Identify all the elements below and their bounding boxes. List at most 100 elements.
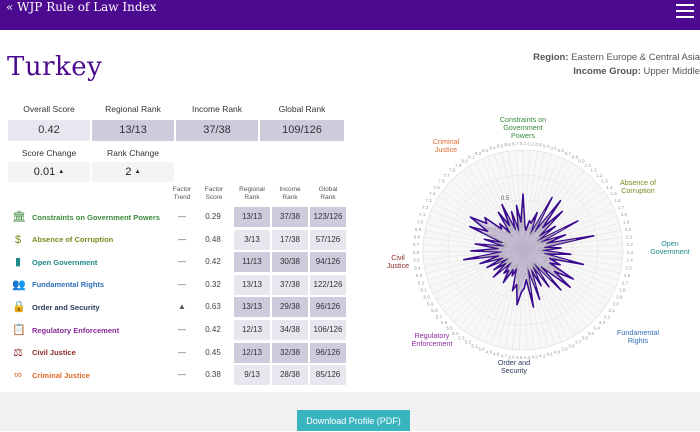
radar-tick-label: 5.7 <box>436 314 443 319</box>
radar-tick-label: 3.6 <box>581 335 588 340</box>
factor-score: 0.63 <box>203 296 223 318</box>
global-rank-value: 109/126 <box>260 120 344 141</box>
radar-axis-label: RegulatoryEnforcement <box>412 331 453 348</box>
radar-tick-label: 7.5 <box>433 185 440 190</box>
radar-tick-label: 2.6 <box>624 273 631 278</box>
hamburger-menu-icon[interactable] <box>676 4 694 18</box>
factor-label[interactable]: Order and Security <box>32 296 172 318</box>
radar-tick-label: 7.0 <box>417 219 424 224</box>
factor-score-header: FactorScore <box>202 186 226 202</box>
up-arrow-icon: ▲ <box>135 169 141 175</box>
radar-axis-label: FundamentalRights <box>617 328 659 345</box>
radar-tick-label: 0.5 <box>550 145 557 150</box>
radar-tick-label: 3.5 <box>588 331 595 336</box>
factor-row[interactable]: 🏛Constraints on Government Powers—0.2913… <box>8 206 348 228</box>
income-rank-col-header: IncomeRank <box>272 186 308 202</box>
score-change-value: 0.01 <box>34 166 55 178</box>
factor-trend: — <box>173 364 191 386</box>
radar-tick-label: 2.4 <box>626 258 633 263</box>
factor-label[interactable]: Civil Justice <box>32 342 172 364</box>
radar-tick-label: 3.8 <box>568 343 575 348</box>
handcuffs-icon: ∞ <box>12 368 24 382</box>
radar-tick-label: 0.3 <box>535 142 542 147</box>
factor-row[interactable]: 📋Regulatory Enforcement—0.4212/1334/3810… <box>8 319 348 341</box>
radar-tick-label: 3.4 <box>593 326 600 331</box>
radar-tick-label: 6.8 <box>414 235 421 240</box>
global-rank: 96/126 <box>310 343 346 363</box>
radar-tick-label: 8.1 <box>468 154 475 159</box>
global-rank: 123/126 <box>310 207 346 227</box>
radar-tick-label: 3.1 <box>608 308 615 313</box>
radar-tick-label: 5.8 <box>431 308 438 313</box>
radar-axis-label-line: Powers <box>511 131 535 140</box>
back-to-index-link[interactable]: « WJP Rule of Law Index <box>6 0 156 14</box>
radar-tick-label: 6.0 <box>424 295 431 300</box>
radar-tick-label: 8.3 <box>482 148 489 153</box>
download-profile-button[interactable]: Download Profile (PDF) <box>297 410 410 431</box>
radar-tick-label: 8.6 <box>504 142 511 147</box>
income-rank-header: Income Rank <box>176 104 258 114</box>
radar-tick-label: 4.3 <box>531 354 538 359</box>
factor-label[interactable]: Criminal Justice <box>32 364 172 386</box>
radar-tick-label: 4.8 <box>493 352 500 357</box>
income-rank: 37/38 <box>272 207 308 227</box>
radar-tick-label: 5.4 <box>452 331 459 336</box>
radar-axis-label-line: Government <box>650 247 690 256</box>
radar-axis-label: Order andSecurity <box>498 358 530 375</box>
factor-trend: — <box>173 319 191 341</box>
factor-row[interactable]: 🔒Order and Security▲0.6313/1329/3896/126 <box>8 296 348 318</box>
country-meta: Region: Eastern Europe & Central Asia In… <box>400 51 700 79</box>
factor-label[interactable]: Open Government <box>32 251 172 273</box>
factor-label[interactable]: Constraints on Government Powers <box>32 206 172 228</box>
regional-rank: 11/13 <box>234 252 270 272</box>
regional-rank-col-header-text: RegionalRank <box>239 186 265 201</box>
factor-label[interactable]: Regulatory Enforcement <box>32 319 172 341</box>
factor-row[interactable]: ▮Open Government—0.4211/1330/3894/126 <box>8 251 348 273</box>
radar-tick-label: 7.3 <box>425 198 432 203</box>
radar-tick-label: 1.1 <box>591 168 598 173</box>
radar-tick-label: 0.2 <box>528 141 535 146</box>
people-icon: 👥 <box>12 278 24 292</box>
factor-label[interactable]: Fundamental Rights <box>32 274 172 296</box>
radar-tick-label: 7.6 <box>438 179 445 184</box>
regional-rank-value: 13/13 <box>92 120 174 141</box>
income-rank-value: 37/38 <box>176 120 258 141</box>
factor-row[interactable]: $Absence of Corruption—0.483/1317/3857/1… <box>8 229 348 251</box>
regional-rank: 13/13 <box>234 207 270 227</box>
income-rank: 17/38 <box>272 230 308 250</box>
radar-tick-label: 3.2 <box>604 314 611 319</box>
rank-change-cell: 2 ▲ <box>92 162 174 182</box>
radar-axis-label-line: Security <box>501 366 527 375</box>
radar-axis-label-line: Rights <box>628 336 649 345</box>
radar-axis-label-line: Corruption <box>621 186 655 195</box>
radar-tick-label: 5.2 <box>465 340 472 345</box>
factor-label[interactable]: Absence of Corruption <box>32 229 172 251</box>
factor-row[interactable]: ∞Criminal Justice—0.389/1328/3885/126 <box>8 364 348 386</box>
factor-row[interactable]: 👥Fundamental Rights—0.3213/1337/38122/12… <box>8 274 348 296</box>
overall-score-header: Overall Score <box>8 104 90 114</box>
radar-tick-label: 8.5 <box>497 144 504 149</box>
radar-scale-label: 0.5 <box>501 196 510 202</box>
regional-rank: 3/13 <box>234 230 270 250</box>
radar-tick-label: 6.3 <box>416 273 423 278</box>
factor-row[interactable]: ⚖Civil Justice—0.4512/1332/3896/126 <box>8 342 348 364</box>
income-rank: 29/38 <box>272 297 308 317</box>
radar-tick-label: 1.7 <box>618 205 625 210</box>
factor-score: 0.38 <box>203 364 223 386</box>
radar-tick-label: 7.7 <box>443 173 450 178</box>
radar-tick-label: 1.9 <box>623 219 630 224</box>
global-rank: 106/126 <box>310 320 346 340</box>
government-building-icon: 🏛 <box>12 210 24 224</box>
radar-tick-label: 1.8 <box>621 212 628 217</box>
top-navigation-bar: « WJP Rule of Law Index <box>0 0 700 30</box>
regional-rank-header: Regional Rank <box>92 104 174 114</box>
region-value: Eastern Europe & Central Asia <box>571 52 700 63</box>
radar-tick-label: 1.4 <box>606 185 613 190</box>
radar-tick-label: 5.5 <box>446 326 453 331</box>
radar-chart: 0.10.20.30.40.50.60.70.80.91.01.11.21.31… <box>380 110 700 390</box>
global-rank: 94/126 <box>310 252 346 272</box>
global-rank-col-header-text: GlobalRank <box>319 186 338 201</box>
income-rank: 28/38 <box>272 365 308 385</box>
radar-tick-label: 7.9 <box>455 163 462 168</box>
factor-trend: — <box>173 342 191 364</box>
